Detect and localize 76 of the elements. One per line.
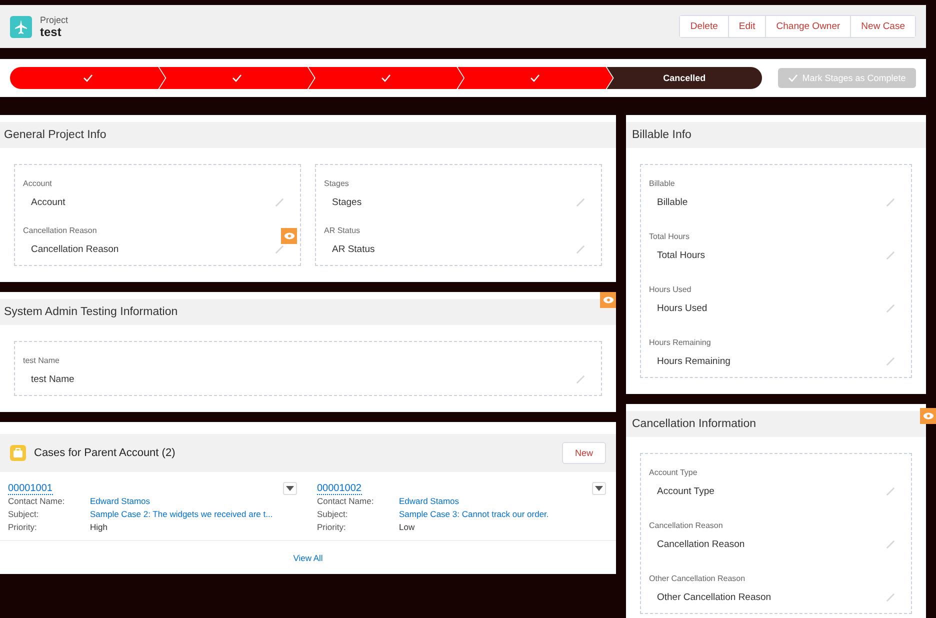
card-title: Cases for Parent Account (2) <box>34 447 176 459</box>
check-icon <box>232 74 242 82</box>
field-label: Hours Remaining <box>649 338 712 347</box>
field-value: Hours Used <box>657 303 708 314</box>
field-value: Stages <box>332 197 362 208</box>
view-all-link[interactable]: View All <box>293 553 323 563</box>
object-type: Project <box>40 14 68 24</box>
case-number-link[interactable]: 00001001 <box>8 482 52 494</box>
check-icon <box>82 74 93 82</box>
path-stage[interactable] <box>10 67 166 89</box>
eye-icon[interactable] <box>600 292 616 308</box>
pencil-icon[interactable] <box>886 487 895 496</box>
action-button[interactable]: New Case <box>850 16 915 37</box>
field-value: Total Hours <box>657 250 706 261</box>
pencil-icon[interactable] <box>886 357 895 366</box>
pencil-icon[interactable] <box>576 198 585 207</box>
pencil-icon[interactable] <box>886 540 895 549</box>
eye-icon[interactable] <box>281 228 297 244</box>
section-title: Billable Info <box>632 129 692 141</box>
section-title: System Admin Testing Information <box>4 306 178 318</box>
field-label: Account <box>23 179 53 188</box>
case-field-label: Priority: <box>317 521 347 534</box>
field-value: Billable <box>657 197 688 208</box>
pencil-icon[interactable] <box>576 245 585 254</box>
field-value: Cancellation Reason <box>31 244 119 255</box>
field-value: Account Type <box>657 486 714 497</box>
case-field-label: Subject: <box>317 508 349 521</box>
field-label: Cancellation Reason <box>649 521 724 530</box>
case-field-value: High <box>90 521 108 534</box>
field-value: test Name <box>31 374 74 385</box>
field-label: Other Cancellation Reason <box>649 574 746 583</box>
section-title: General Project Info <box>4 129 106 141</box>
caret-icon <box>595 486 603 491</box>
case-field-label: Subject: <box>8 508 40 521</box>
pencil-icon[interactable] <box>886 593 895 602</box>
case-field-link[interactable]: Edward Stamos <box>399 495 459 508</box>
field-label: Account Type <box>649 468 698 477</box>
case-number-link[interactable]: 00001002 <box>317 482 362 494</box>
field-label: Billable <box>649 179 676 188</box>
record-title: test <box>40 24 62 38</box>
pencil-icon[interactable] <box>886 304 895 313</box>
case-field-link[interactable]: Sample Case 3: Cannot track our order. <box>399 508 549 521</box>
briefcase-icon <box>10 445 26 461</box>
field-value: Hours Remaining <box>657 356 730 367</box>
check-icon <box>530 74 540 82</box>
pencil-icon[interactable] <box>886 251 895 260</box>
check-icon <box>788 74 798 82</box>
case-field-label: Priority: <box>8 521 38 534</box>
field-label: AR Status <box>324 226 362 235</box>
pencil-icon[interactable] <box>576 375 585 384</box>
field-value: Other Cancellation Reason <box>657 592 772 603</box>
case-field-link[interactable]: Edward Stamos <box>90 495 150 508</box>
airplane-icon <box>10 16 32 38</box>
case-field-label: Contact Name: <box>317 495 375 508</box>
pencil-icon[interactable] <box>275 198 284 207</box>
path-stage[interactable]: Cancelled <box>606 67 762 89</box>
pencil-icon[interactable] <box>275 245 284 254</box>
pencil-icon[interactable] <box>886 198 895 207</box>
section-title: Cancellation Information <box>632 418 756 430</box>
field-label: Cancellation Reason <box>23 226 98 235</box>
field-label: Hours Used <box>649 285 692 294</box>
case-field-value: Low <box>399 521 415 534</box>
dropdown-button[interactable] <box>592 482 606 495</box>
case-field-label: Contact Name: <box>8 495 66 508</box>
field-value: Account <box>31 197 66 208</box>
new-button[interactable]: New <box>562 442 606 464</box>
case-field-link[interactable]: Sample Case 2: The widgets we received are t... <box>90 508 273 521</box>
check-icon <box>381 74 391 82</box>
caret-icon <box>286 486 294 491</box>
field-value: Cancellation Reason <box>657 539 745 550</box>
field-label: test Name <box>23 356 60 365</box>
field-label: Stages <box>324 179 350 188</box>
field-value: AR Status <box>332 244 375 255</box>
eye-icon[interactable] <box>920 408 936 424</box>
dropdown-button[interactable] <box>283 482 297 495</box>
field-label: Total Hours <box>649 232 690 241</box>
